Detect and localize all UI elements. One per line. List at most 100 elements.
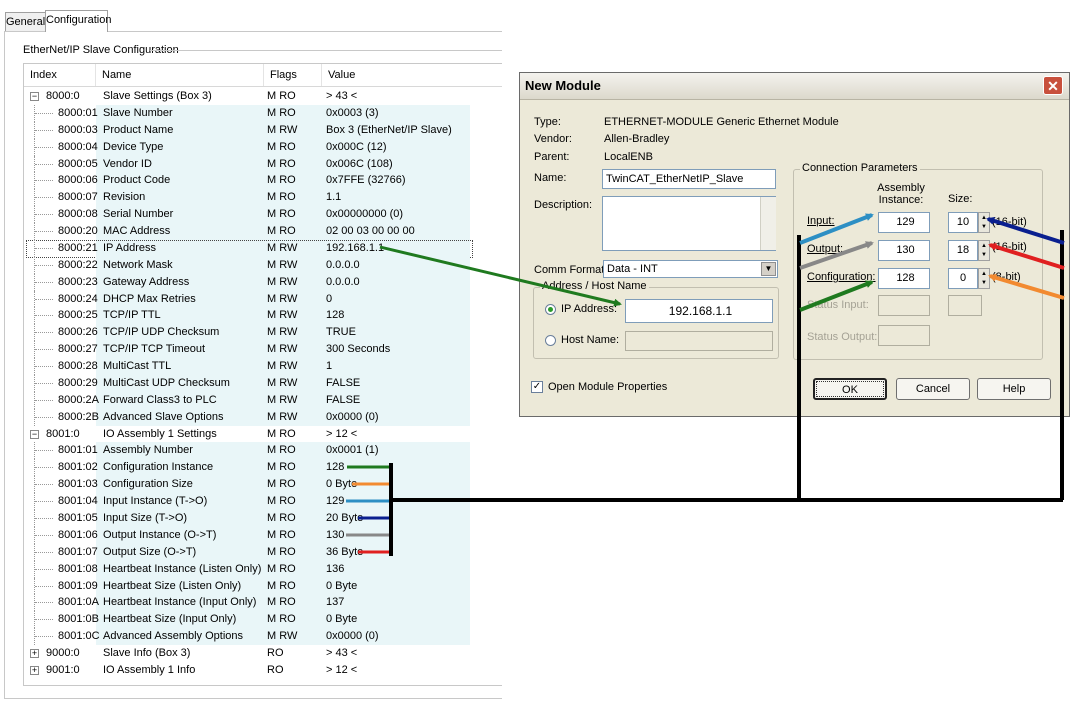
tab-configuration[interactable]: Configuration (45, 10, 111, 32)
status-output-instance-field[interactable] (878, 325, 930, 346)
collapse-icon[interactable]: − (30, 92, 39, 101)
table-row[interactable]: 8000:25 TCP/IP TTL M RW 128 (24, 307, 502, 325)
table-row[interactable]: 8000:06 Product Code M RO 0x7FFE (32766) (24, 172, 502, 190)
configuration-unit-label: (8-bit) (992, 271, 1021, 283)
configuration-size-field[interactable]: 0 (948, 268, 978, 289)
table-row[interactable]: 8000:27 TCP/IP TCP Timeout M RW 300 Seconds (24, 341, 502, 359)
size-header: Size: (948, 193, 973, 205)
row-value: FALSE (326, 376, 361, 389)
row-flags: M RW (267, 326, 298, 339)
table-row[interactable]: −8001:0 IO Assembly 1 Settings M RO > 12 < (24, 426, 502, 443)
row-index: 8000:20 (58, 225, 98, 238)
name-input[interactable]: TwinCAT_EtherNetIP_Slave (602, 169, 776, 189)
open-module-properties-checkbox[interactable]: ✓ (531, 381, 543, 393)
expand-icon[interactable]: + (30, 649, 39, 659)
host-name-input[interactable] (625, 331, 773, 351)
table-row[interactable]: 8000:01 Slave Number M RO 0x0003 (3) (24, 104, 502, 122)
table-row[interactable]: 8001:03 Configuration Size M RO 0 Byte (24, 476, 502, 494)
comm-format-select[interactable]: Data - INT ▼ (603, 260, 778, 278)
table-row[interactable]: 8001:06 Output Instance (O->T) M RO 130 (24, 526, 502, 544)
output-size-field[interactable]: 18 (948, 240, 978, 261)
table-row[interactable]: 8000:24 DHCP Max Retries M RW 0 (24, 290, 502, 308)
description-scrollbar[interactable] (760, 197, 776, 250)
tree-branch (35, 467, 53, 469)
table-row[interactable]: +9001:0 IO Assembly 1 Info RO > 12 < (24, 662, 502, 679)
row-index: 8000:08 (58, 208, 98, 221)
table-row[interactable]: 8001:0B Heartbeat Size (Input Only) M RO 0 … (24, 611, 502, 629)
table-row[interactable]: 8000:04 Device Type M RO 0x000C (12) (24, 138, 502, 156)
table-row[interactable]: 8001:02 Configuration Instance M RO 128 (24, 459, 502, 477)
cancel-button[interactable]: Cancel (896, 378, 970, 400)
tree-branch (35, 129, 53, 132)
row-flags: M RW (267, 376, 298, 389)
input-size-field[interactable]: 10 (948, 212, 978, 233)
table-row[interactable]: 8000:20 MAC Address M RO 02 00 03 00 00 00 (24, 223, 502, 241)
table-row[interactable]: +9000:0 Slave Info (Box 3) RO > 43 < (24, 645, 502, 662)
table-row[interactable]: 8000:2B Advanced Slave Options M RW 0x0000 … (24, 408, 502, 426)
table-row[interactable]: −8000:0 Slave Settings (Box 3) M RO > 43 < (24, 88, 502, 105)
table-row[interactable]: 8001:08 Heartbeat Instance (Listen Only) M… (24, 560, 502, 578)
column-header-index[interactable]: Index (24, 64, 96, 86)
table-row[interactable]: 8000:21 IP Address M RW 192.168.1.1 (24, 239, 502, 258)
output-size-spinner[interactable]: ▲ ▼ (978, 240, 990, 261)
row-flags: M RO (267, 495, 296, 508)
status-input-size-field[interactable] (948, 295, 982, 316)
output-instance-field[interactable]: 130 (878, 240, 930, 261)
spin-up-icon: ▲ (981, 243, 987, 249)
table-row[interactable]: 8000:2A Forward Class3 to PLC M RW FALSE (24, 391, 502, 409)
table-row[interactable]: 8000:07 Revision M RO 1.1 (24, 189, 502, 207)
grid-header: Index Name Flags Value (24, 64, 502, 87)
row-value-bg (264, 662, 470, 679)
close-button[interactable]: ✕ (1043, 76, 1063, 95)
table-row[interactable]: 8000:05 Vendor ID M RO 0x006C (108) (24, 155, 502, 173)
table-row[interactable]: 8001:0A Heartbeat Instance (Input Only) M … (24, 594, 502, 612)
table-row[interactable]: 8000:23 Gateway Address M RW 0.0.0.0 (24, 273, 502, 291)
configuration-size-spinner[interactable]: ▲ ▼ (978, 268, 990, 289)
chevron-down-icon[interactable]: ▼ (761, 262, 776, 276)
row-value: 0 Byte (326, 579, 358, 592)
table-row[interactable]: 8001:09 Heartbeat Size (Listen Only) M RO 0… (24, 577, 502, 595)
row-index: 8001:05 (58, 512, 98, 524)
column-header-flags[interactable]: Flags (264, 64, 322, 86)
help-button[interactable]: Help (977, 378, 1051, 400)
input-size-spinner[interactable]: ▲ ▼ (978, 212, 990, 233)
table-row[interactable]: 8001:04 Input Instance (T->O) M RO 129 (24, 493, 502, 511)
table-row[interactable]: 8000:26 TCP/IP UDP Checksum M RW TRUE (24, 324, 502, 342)
status-input-instance-field[interactable] (878, 295, 930, 316)
table-row[interactable]: 8001:01 Assembly Number M RO 0x0001 (1) (24, 442, 502, 460)
tree-branch (35, 399, 53, 402)
ok-button[interactable]: OK (813, 378, 887, 400)
table-row[interactable]: 8000:29 MultiCast UDP Checksum M RW FALSE (24, 374, 502, 392)
tree-branch (35, 534, 53, 537)
row-index: 8001:08 (58, 562, 98, 575)
tree-branch (35, 163, 53, 166)
collapse-icon[interactable]: − (30, 429, 39, 439)
table-row[interactable]: 8001:0C Advanced Assembly Options M RW 0x00… (24, 628, 502, 646)
tab-general[interactable]: General (5, 12, 46, 31)
expand-icon[interactable]: + (30, 665, 39, 675)
row-index: 8001:01 (58, 444, 98, 457)
table-row[interactable]: 8000:08 Serial Number M RO 0x00000000 (0) (24, 206, 502, 224)
row-index: 8000:25 (58, 309, 98, 322)
table-row[interactable]: 8000:28 MultiCast TTL M RW 1 (24, 358, 502, 376)
ip-address-input[interactable]: 192.168.1.1 (625, 299, 773, 323)
table-row[interactable]: 8000:03 Product Name M RW Box 3 (EtherNet/I… (24, 121, 502, 139)
ip-address-radio[interactable] (545, 304, 556, 315)
row-flags: M RO (267, 140, 296, 153)
column-header-name[interactable]: Name (96, 64, 264, 86)
table-row[interactable]: 8000:22 Network Mask M RW 0.0.0.0 (24, 256, 502, 274)
table-row[interactable]: 8001:07 Output Size (O->T) M RO 36 Byte (24, 543, 502, 561)
tree-branch (35, 231, 53, 233)
row-index: 8001:03 (58, 478, 98, 491)
configuration-instance-field[interactable]: 128 (878, 268, 930, 289)
table-row[interactable]: 8001:05 Input Size (T->O) M RO 20 Byte (24, 510, 502, 527)
input-instance-field[interactable]: 129 (878, 212, 930, 233)
host-name-radio[interactable] (545, 335, 556, 346)
description-textarea[interactable] (602, 196, 776, 251)
tree-branch (35, 146, 53, 149)
column-header-value[interactable]: Value (322, 64, 502, 86)
row-value: 0x006C (108) (326, 157, 393, 170)
row-value: 02 00 03 00 00 00 (326, 225, 415, 238)
tree-branch (35, 112, 53, 115)
type-value: ETHERNET-MODULE Generic Ethernet Module (604, 116, 839, 128)
